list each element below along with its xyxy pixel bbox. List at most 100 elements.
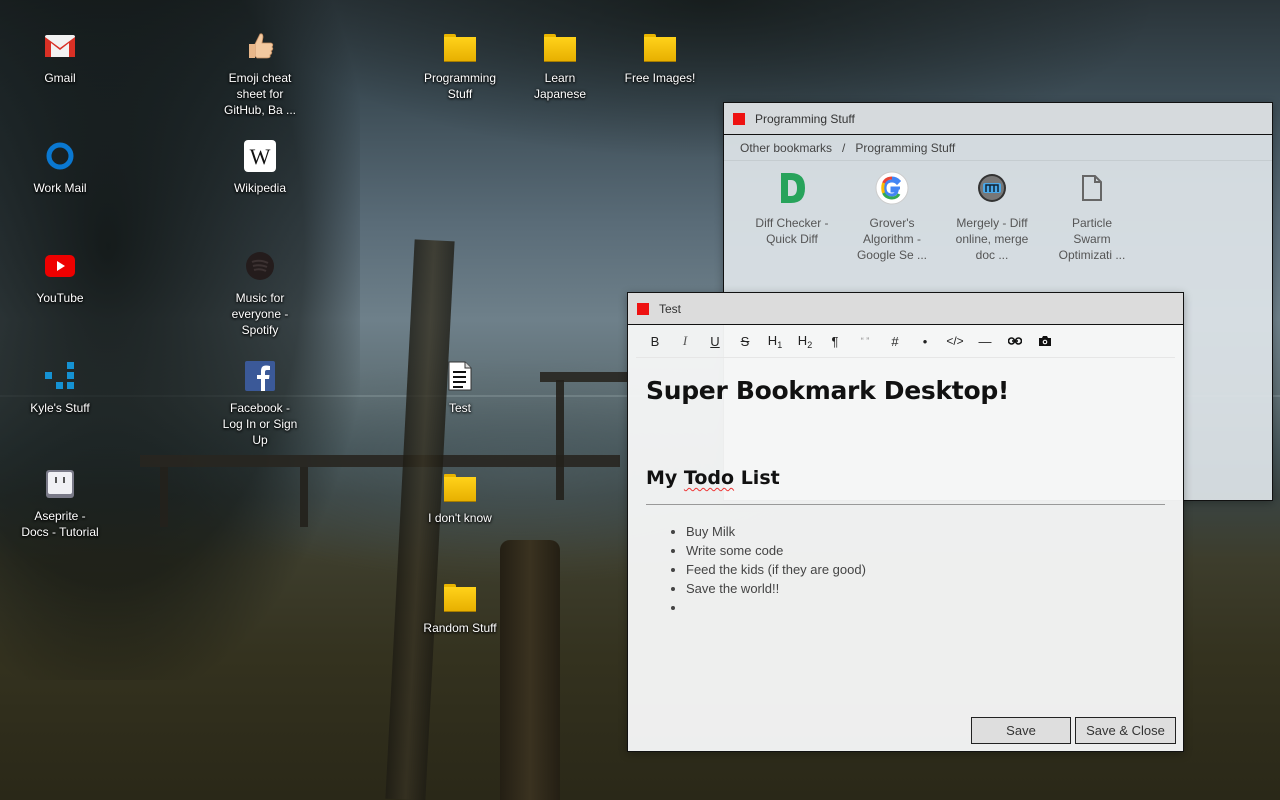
desktop-icon-aseprite[interactable]: Aseprite - Docs - Tutorial xyxy=(15,468,105,540)
folder-window-title: Programming Stuff xyxy=(755,111,855,126)
gmail-icon xyxy=(44,30,76,62)
google-icon xyxy=(875,171,909,205)
code-button[interactable]: </> xyxy=(940,329,970,353)
image-button[interactable] xyxy=(1030,329,1060,353)
save-button[interactable]: Save xyxy=(971,717,1071,744)
folder-window-titlebar[interactable]: Programming Stuff xyxy=(724,103,1272,135)
blank-page-icon xyxy=(1075,171,1109,205)
save-and-close-button[interactable]: Save & Close xyxy=(1075,717,1176,744)
folder-icon xyxy=(444,580,476,612)
wallpaper-dock xyxy=(140,455,620,467)
hash-button[interactable]: # xyxy=(880,329,910,353)
horizontal-rule-button[interactable]: — xyxy=(970,329,1000,353)
italic-button[interactable]: I xyxy=(670,329,700,353)
heading2-icon: H2 xyxy=(797,332,813,350)
bold-icon: B xyxy=(650,333,660,349)
thumbs-up-icon xyxy=(244,30,276,62)
wallpaper-dock-post xyxy=(300,467,308,527)
todo-item: Save the world!! xyxy=(686,579,1165,598)
aseprite-icon xyxy=(44,468,76,500)
formatting-toolbar: B I U S H1 H2 ¶ “ ” # • </> — xyxy=(636,325,1175,358)
folder-icon xyxy=(644,30,676,62)
mergely-icon xyxy=(975,171,1009,205)
desktop-icon-wikipedia[interactable]: W Wikipedia xyxy=(215,140,305,196)
youtube-icon xyxy=(44,250,76,282)
todo-list: Buy Milk Write some code Feed the kids (… xyxy=(646,522,1165,617)
code-icon: </> xyxy=(946,334,964,348)
desktop-icon-work-mail[interactable]: Work Mail xyxy=(15,140,105,196)
close-icon[interactable] xyxy=(733,112,745,125)
wallpaper-dock-post xyxy=(160,467,168,527)
editor-window-title: Test xyxy=(659,301,682,316)
breadcrumb: Other bookmarks / Programming Stuff xyxy=(724,135,1272,161)
desktop-folder-random-stuff[interactable]: Random Stuff xyxy=(415,580,505,636)
folder-icon xyxy=(444,470,476,502)
paragraph-button[interactable]: ¶ xyxy=(820,329,850,353)
bookmark-particle-swarm[interactable]: Particle Swarm Optimizati ... xyxy=(1042,171,1142,263)
wallpaper-dock-post xyxy=(556,380,564,500)
underline-icon: U xyxy=(710,333,720,349)
italic-icon: I xyxy=(682,333,688,348)
facebook-icon xyxy=(244,360,276,392)
desktop-folder-programming-stuff[interactable]: Programming Stuff xyxy=(415,30,505,102)
bookmark-diff-checker[interactable]: Diff Checker - Quick Diff xyxy=(742,171,842,263)
link-icon xyxy=(1008,337,1022,345)
desktop-icon-gmail[interactable]: Gmail xyxy=(15,30,105,86)
bookmark-grovers-algorithm[interactable]: Grover's Algorithm - Google Se ... xyxy=(842,171,942,263)
desktop-folder-free-images[interactable]: Free Images! xyxy=(615,30,705,86)
wikipedia-icon: W xyxy=(244,140,276,172)
quote-icon: “ ” xyxy=(860,336,870,346)
editor-actions: Save Save & Close xyxy=(971,717,1176,744)
todo-item: Buy Milk xyxy=(686,522,1165,541)
link-button[interactable] xyxy=(1000,329,1030,353)
desktop-icon-kyles-stuff[interactable]: Kyle's Stuff xyxy=(15,360,105,416)
heading1-icon: H1 xyxy=(767,332,783,350)
bookmark-grid: Diff Checker - Quick Diff Grover's Algor… xyxy=(724,161,1272,263)
horizontal-rule-icon: — xyxy=(978,333,992,349)
desktop-folder-learn-japanese[interactable]: Learn Japanese xyxy=(515,30,605,102)
heading1-button[interactable]: H1 xyxy=(760,329,790,353)
pixel-blocks-icon xyxy=(44,360,76,392)
breadcrumb-item-programming-stuff[interactable]: Programming Stuff xyxy=(855,141,955,155)
strikethrough-button[interactable]: S xyxy=(730,329,760,353)
document-heading: Super Bookmark Desktop! xyxy=(646,376,1010,405)
heading2-button[interactable]: H2 xyxy=(790,329,820,353)
editor-content[interactable]: Super Bookmark Desktop! My Todo List Buy… xyxy=(628,358,1183,617)
todo-heading: My Todo List xyxy=(646,467,1165,505)
camera-icon xyxy=(1039,336,1051,346)
outlook-ring-icon xyxy=(44,140,76,172)
desktop-icon-youtube[interactable]: YouTube xyxy=(15,250,105,306)
todo-item: Feed the kids (if they are good) xyxy=(686,560,1165,579)
pilcrow-icon: ¶ xyxy=(831,333,839,349)
desktop-icon-spotify[interactable]: Music for everyone - Spotify xyxy=(215,250,305,338)
close-icon[interactable] xyxy=(637,302,649,315)
bookmark-mergely[interactable]: Mergely - Diff online, merge doc ... xyxy=(942,171,1042,263)
breadcrumb-item-other-bookmarks[interactable]: Other bookmarks xyxy=(740,141,832,155)
spellcheck-misspelled-word: Todo xyxy=(683,467,735,489)
wallpaper-palm-left xyxy=(0,0,360,680)
hash-icon: # xyxy=(891,333,899,349)
todo-item: Write some code xyxy=(686,541,1165,560)
folder-icon xyxy=(544,30,576,62)
spotify-icon xyxy=(244,250,276,282)
todo-item-empty: ​ xyxy=(686,598,1165,617)
wallpaper-dock-post-top xyxy=(540,372,630,382)
breadcrumb-separator: / xyxy=(842,140,846,155)
document-icon xyxy=(444,360,476,392)
bullet-list-button[interactable]: • xyxy=(910,329,940,353)
editor-window[interactable]: Test B I U S H1 H2 ¶ “ ” # • </> — Super… xyxy=(627,292,1184,752)
folder-icon xyxy=(444,30,476,62)
diffchecker-icon xyxy=(775,171,809,205)
strikethrough-icon: S xyxy=(740,333,750,349)
quote-button[interactable]: “ ” xyxy=(850,329,880,353)
desktop-folder-i-dont-know[interactable]: I don't know xyxy=(415,470,505,526)
desktop-icon-test-note[interactable]: Test xyxy=(415,360,505,416)
desktop-icon-facebook[interactable]: Facebook - Log In or Sign Up xyxy=(215,360,305,448)
wallpaper-palm-trunk xyxy=(500,540,560,800)
desktop-icon-emoji-cheat-sheet[interactable]: Emoji cheat sheet for GitHub, Ba ... xyxy=(215,30,305,118)
underline-button[interactable]: U xyxy=(700,329,730,353)
svg-text:W: W xyxy=(250,144,271,169)
bold-button[interactable]: B xyxy=(640,329,670,353)
bullet-icon: • xyxy=(922,333,928,349)
editor-window-titlebar[interactable]: Test xyxy=(628,293,1183,325)
